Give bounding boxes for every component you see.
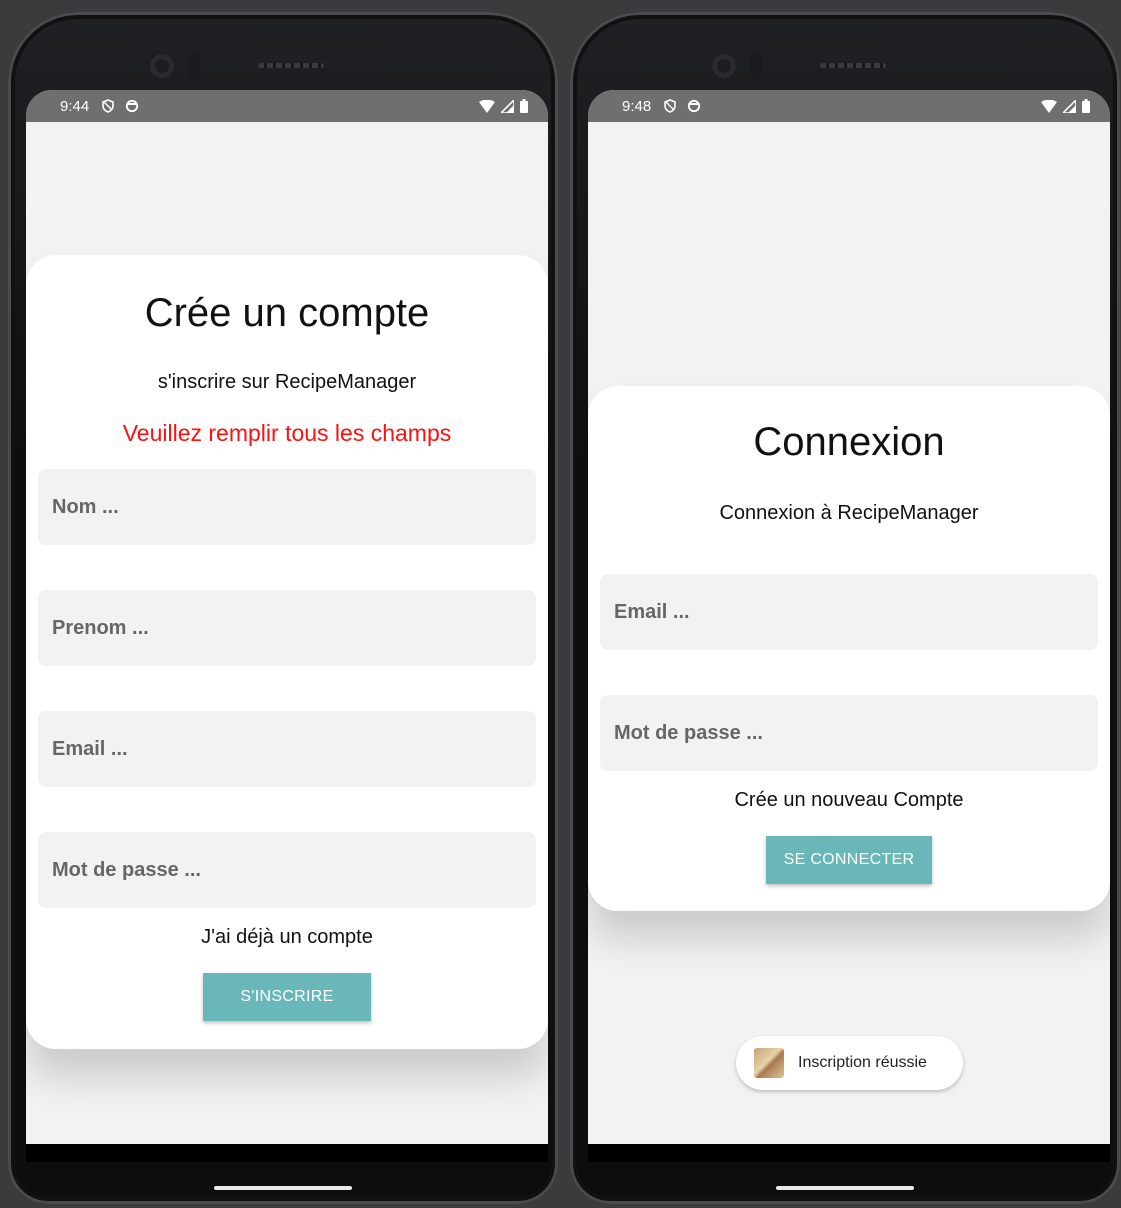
wifi-icon <box>479 99 495 113</box>
signal-icon <box>1063 99 1076 113</box>
signup-card: Crée un compte s'inscrire sur RecipeMana… <box>26 255 548 1049</box>
signup-button[interactable]: S'INSCRIRE <box>203 973 371 1021</box>
email-field[interactable] <box>38 711 536 787</box>
camera-lens <box>150 54 174 78</box>
proximity-sensor <box>750 52 762 80</box>
toast-text: Inscription réussie <box>798 1054 927 1071</box>
proximity-sensor <box>188 52 200 80</box>
circle-icon <box>126 99 139 113</box>
navigation-bar <box>26 1144 548 1162</box>
circle-icon <box>688 99 701 113</box>
create-account-link[interactable]: Crée un nouveau Compte <box>588 789 1110 812</box>
page-subtitle: Connexion à RecipeManager <box>719 502 979 524</box>
password-field[interactable] <box>600 695 1098 771</box>
status-time: 9:48 <box>622 97 652 115</box>
home-indicator[interactable] <box>214 1186 352 1190</box>
shield-icon <box>664 99 677 113</box>
camera-lens <box>712 54 736 78</box>
navigation-bar <box>588 1144 1110 1162</box>
status-bar: 9:48 <box>588 90 1110 122</box>
battery-icon <box>520 99 528 113</box>
status-time: 9:44 <box>60 97 90 115</box>
login-card: Connexion Connexion à RecipeManager Crée… <box>588 386 1110 911</box>
page-subtitle: s'inscrire sur RecipeManager <box>157 371 417 393</box>
wifi-icon <box>1041 99 1057 113</box>
prenom-field[interactable] <box>38 590 536 666</box>
signal-icon <box>501 99 514 113</box>
status-indicators <box>479 99 528 113</box>
error-message: Veuillez remplir tous les champs <box>122 420 452 446</box>
screen-login: 9:48 Connexion Connexion à RecipeManager… <box>588 90 1110 1162</box>
email-field[interactable] <box>600 574 1098 650</box>
success-toast: Inscription réussie <box>736 1036 963 1090</box>
page-title: Crée un compte <box>144 291 430 335</box>
phone-frame-login: 9:48 Connexion Connexion à RecipeManager… <box>570 12 1120 1204</box>
status-bar: 9:44 <box>26 90 548 122</box>
shield-icon <box>102 99 115 113</box>
existing-account-link[interactable]: J'ai déjà un compte <box>26 926 548 949</box>
status-indicators <box>1041 99 1090 113</box>
earpiece-speaker <box>820 63 886 68</box>
phone-frame-signup: 9:44 Crée un compte s'inscrire sur Recip… <box>8 12 558 1204</box>
login-button[interactable]: SE CONNECTER <box>766 836 932 884</box>
earpiece-speaker <box>258 63 324 68</box>
battery-icon <box>1082 99 1090 113</box>
home-indicator[interactable] <box>776 1186 914 1190</box>
page-title: Connexion <box>753 420 945 464</box>
screen-signup: 9:44 Crée un compte s'inscrire sur Recip… <box>26 90 548 1162</box>
nom-field[interactable] <box>38 469 536 545</box>
password-field[interactable] <box>38 832 536 908</box>
app-logo-icon <box>754 1048 784 1078</box>
